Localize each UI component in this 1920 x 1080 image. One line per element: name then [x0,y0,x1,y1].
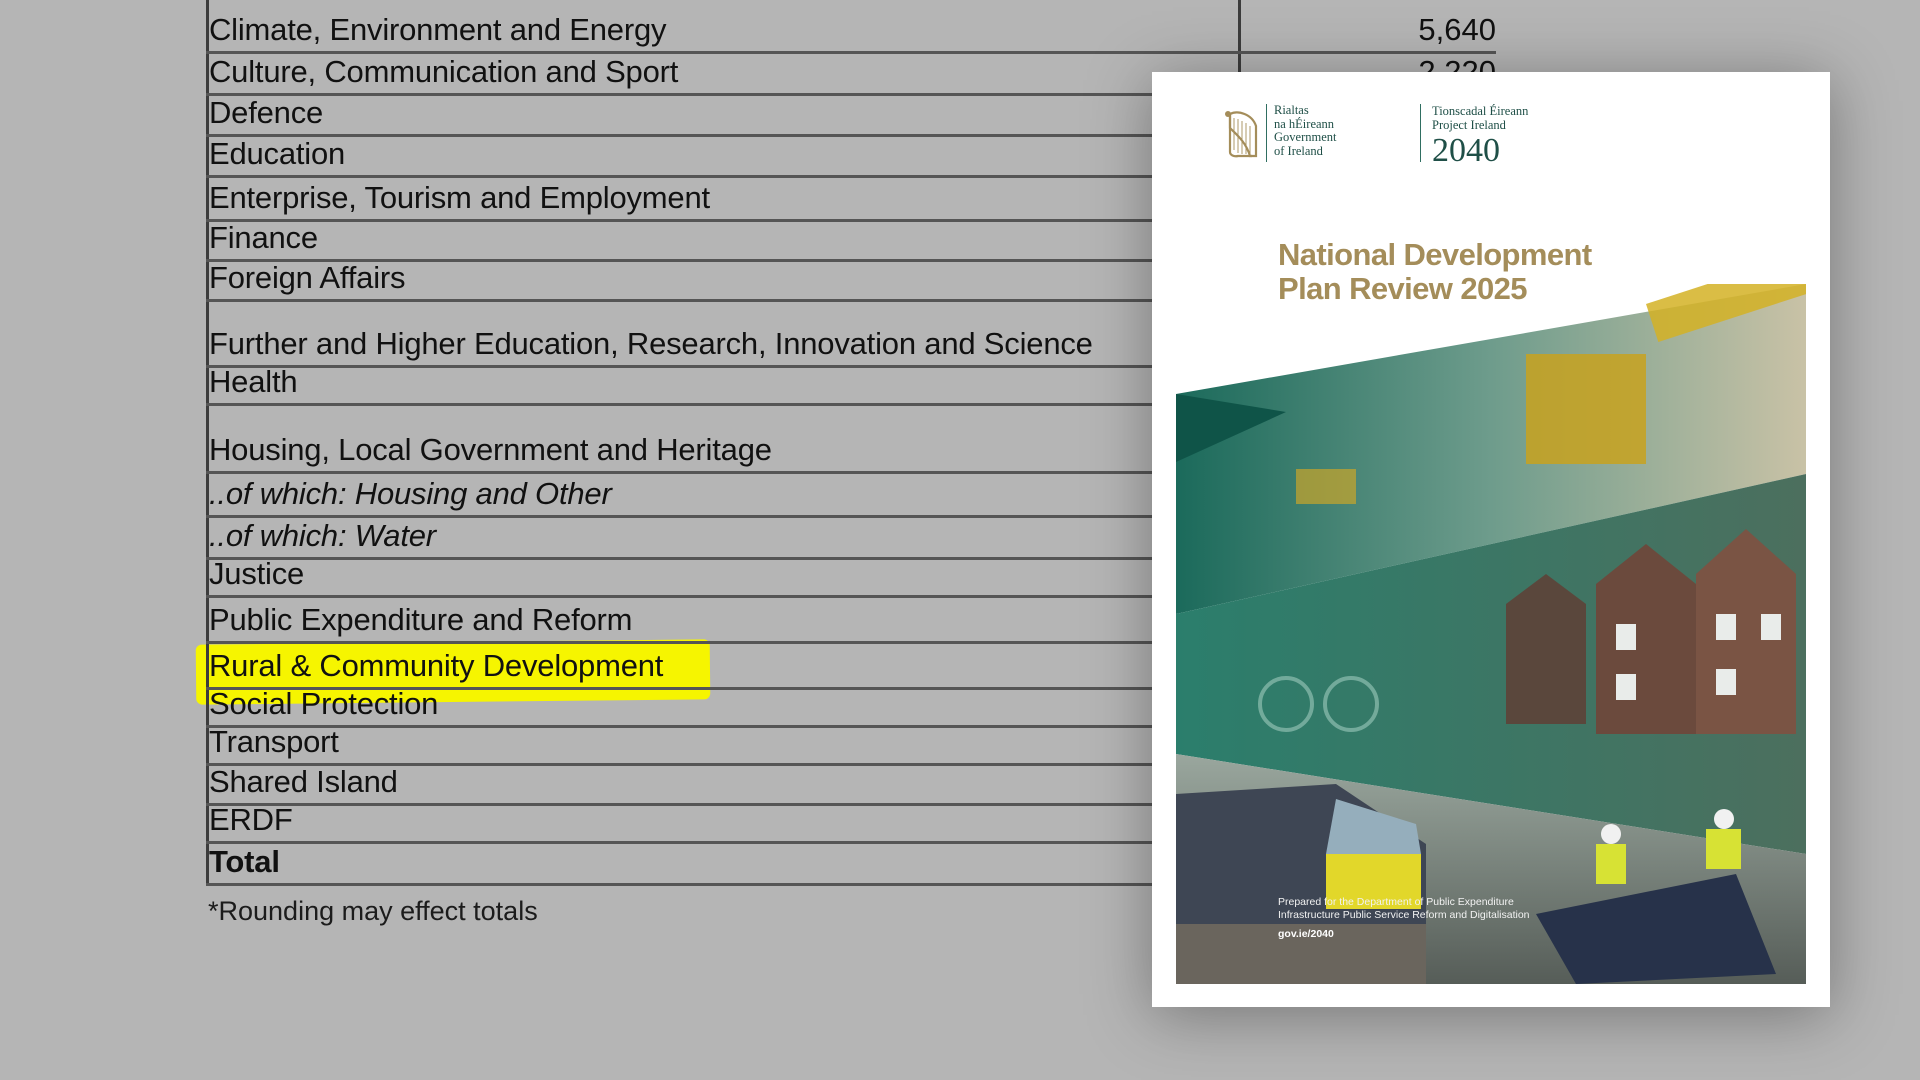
harp-icon [1225,111,1258,158]
cover-title-line-1: National Development [1278,237,1592,272]
row-label: Health [209,364,298,399]
row-label: Rural & Community Development [209,648,664,683]
row-label: Justice [209,556,305,591]
row-label: Total [209,844,280,879]
prepared-line-2: Infrastructure Public Service Reform and… [1278,909,1530,921]
row-value: 5,640 [1418,12,1496,47]
row-label: Enterprise, Tourism and Employment [209,180,710,215]
row-label: Further and Higher Education, Research, … [209,326,1093,361]
government-of-ireland-text: Rialtas na hÉireann Government of Irelan… [1274,103,1337,158]
prepared-for-text: Prepared for the Department of Public Ex… [1278,896,1530,922]
row-label: Social Protection [209,686,439,721]
row-label: Public Expenditure and Reform [209,602,633,637]
table-row: Climate, Environment and Energy 5,640 [206,0,1496,54]
prepared-line-1: Prepared for the Department of Public Ex… [1278,896,1514,908]
logo-divider [1266,104,1267,162]
ndp-review-cover: Rialtas na hÉireann Government of Irelan… [1152,72,1830,1007]
row-label: Foreign Affairs [209,260,406,295]
cover-artwork [1176,284,1806,984]
row-label: Education [209,136,346,171]
row-label: Culture, Communication and Sport [209,54,679,89]
row-label: Finance [209,220,318,255]
row-label: Defence [209,95,324,130]
rounding-footnote: *Rounding may effect totals [208,896,538,926]
pi-english: Project Ireland [1432,118,1506,132]
row-label: ..of which: Water [209,518,436,553]
row-label: Transport [209,724,339,759]
row-label: ..of which: Housing and Other [209,476,612,511]
gov-line-3: Government [1274,130,1337,144]
row-label: Shared Island [209,764,398,799]
government-logo-block: Rialtas na hÉireann Government of Irelan… [1222,100,1622,170]
gov-line-4: of Ireland [1274,143,1323,158]
pi-year: 2040 [1432,132,1500,169]
pi-irish: Tionscadal Éireann [1432,104,1529,118]
row-label: Housing, Local Government and Heritage [209,432,772,467]
logo-divider-2 [1420,104,1421,162]
gov-line-1: Rialtas [1274,103,1309,117]
row-label: Climate, Environment and Energy [209,12,667,47]
row-label: ERDF [209,802,293,837]
gov-ie-link: gov.ie/2040 [1278,928,1334,940]
project-ireland-text: Tionscadal Éireann Project Ireland 2040 [1432,104,1528,168]
gov-line-2: na hÉireann [1274,116,1335,131]
